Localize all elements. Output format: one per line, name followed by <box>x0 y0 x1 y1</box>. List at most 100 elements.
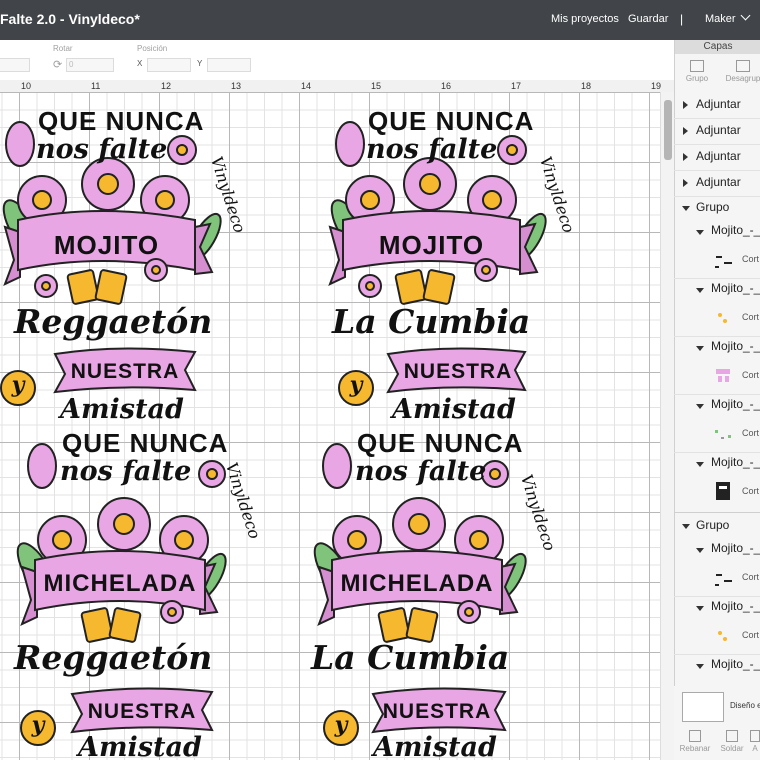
design-mojito-reggaeton[interactable]: QUE NUNCA nos falte Vinyldeco MOJITO Reg… <box>0 102 260 432</box>
weld-button-label: Soldar <box>720 744 744 753</box>
layers-list: Adjuntar Adjuntar Adjuntar Adjuntar Grup… <box>674 92 760 686</box>
layer-label: Mojito_-_ <box>711 339 760 353</box>
design-y: y <box>349 372 363 398</box>
layer-row-attach[interactable]: Adjuntar <box>674 92 760 119</box>
ruler-number: 11 <box>91 81 101 91</box>
layer-label: Grupo <box>696 518 730 532</box>
design-michelada-reggaeton[interactable]: QUE NUNCA nos falte Vinyldeco MICHELADA … <box>0 428 264 760</box>
layer-thumbnail <box>715 430 731 439</box>
header-separator: | <box>680 12 684 26</box>
canvas-color-swatch[interactable] <box>682 692 724 722</box>
layer-row-attach[interactable]: Adjuntar <box>674 170 760 197</box>
ungroup-icon <box>736 60 750 72</box>
design-amistad: Amistad <box>78 732 202 760</box>
collapse-arrow-icon <box>696 606 704 611</box>
collapse-arrow-icon <box>682 524 690 529</box>
cut-label: Cort <box>742 254 760 264</box>
layer-row-mojito[interactable]: Mojito_-_ <box>674 654 760 686</box>
expand-arrow-icon <box>683 153 688 161</box>
weld-icon <box>726 730 738 742</box>
rotate-input[interactable]: 0 <box>66 58 114 72</box>
ruler-number: 10 <box>21 81 32 91</box>
layer-label: Mojito_-_ <box>711 599 760 613</box>
canvas-scrollbar[interactable] <box>660 92 675 760</box>
size-input[interactable] <box>0 58 30 72</box>
collapse-arrow-icon <box>696 462 704 467</box>
layer-label: Adjuntar <box>696 97 741 111</box>
maker-label: Maker <box>705 13 736 25</box>
cut-label: Cort <box>742 572 760 582</box>
cut-label: Cort <box>742 630 760 640</box>
design-nuestra: NUESTRA <box>382 700 492 723</box>
expand-arrow-icon <box>683 179 688 187</box>
layer-label: Adjuntar <box>696 123 741 137</box>
design-line1: QUE NUNCA <box>62 428 229 458</box>
layer-label: Adjuntar <box>696 149 741 163</box>
rotate-label: Rotar <box>53 44 73 53</box>
design-genre: Reggaetón <box>14 638 213 677</box>
cut-label: Cort <box>742 370 760 380</box>
ruler-number: 13 <box>231 81 242 91</box>
design-genre: Reggaetón <box>14 302 213 341</box>
design-amistad: Amistad <box>60 394 184 425</box>
layer-row-group[interactable]: Grupo <box>674 196 760 220</box>
save-link[interactable]: Guardar <box>628 13 668 25</box>
position-y-input[interactable] <box>207 58 251 72</box>
design-banner-text: MICHELADA <box>43 570 197 597</box>
collapse-arrow-icon <box>696 404 704 409</box>
design-line2: nos falte <box>36 134 168 165</box>
layer-label: Mojito_-_ <box>711 397 760 411</box>
layer-label: Mojito_-_ <box>711 281 760 295</box>
layer-label: Mojito_-_ <box>711 455 760 469</box>
my-projects-link[interactable]: Mis proyectos <box>551 13 619 25</box>
expand-arrow-icon <box>683 101 688 109</box>
y-label: Y <box>197 59 203 68</box>
design-nuestra: NUESTRA <box>87 700 197 723</box>
ruler-number: 16 <box>441 81 452 91</box>
maker-dropdown[interactable]: Maker <box>705 10 751 25</box>
project-title: Falte 2.0 - Vinyldeco* <box>0 11 140 27</box>
layer-thumbnail <box>716 482 730 500</box>
layer-label: Mojito_-_ <box>711 657 760 671</box>
layer-row-attach[interactable]: Adjuntar <box>674 144 760 171</box>
layer-row-attach[interactable]: Adjuntar <box>674 118 760 145</box>
attach-button[interactable]: A <box>750 730 760 753</box>
design-line1: QUE NUNCA <box>357 428 524 458</box>
edit-toolbar: Rotar ⟳ 0 Posición X Y <box>0 40 674 81</box>
design-canvas[interactable]: QUE NUNCA nos falte Vinyldeco MOJITO Reg… <box>0 92 660 760</box>
design-line2: nos falte <box>60 456 192 487</box>
design-banner-text: MOJITO <box>378 230 485 260</box>
slice-button[interactable]: Rebanar <box>676 730 714 753</box>
group-button[interactable]: Grupo <box>677 56 717 83</box>
design-genre: La Cumbia <box>311 638 510 677</box>
design-amistad: Amistad <box>392 394 516 425</box>
design-amistad: Amistad <box>373 732 497 760</box>
collapse-arrow-icon <box>682 206 690 211</box>
layer-thumbnail <box>716 369 730 382</box>
ungroup-button[interactable]: Desagrup <box>723 56 760 83</box>
cut-label: Cort <box>742 486 760 496</box>
group-icon <box>690 60 704 72</box>
design-line1: QUE NUNCA <box>38 106 205 136</box>
position-x-input[interactable] <box>147 58 191 72</box>
slice-button-label: Rebanar <box>679 744 711 753</box>
layers-panel-title: Capas <box>675 40 760 54</box>
design-banner-text: MOJITO <box>53 230 160 260</box>
attach-icon <box>750 730 760 742</box>
ruler-number: 15 <box>371 81 382 91</box>
ruler-number: 19 <box>651 81 662 91</box>
layer-row-group[interactable]: Grupo <box>674 514 760 538</box>
design-michelada-cumbia[interactable]: QUE NUNCA nos falte Vinyldeco MICHELADA … <box>305 428 565 760</box>
collapse-arrow-icon <box>696 548 704 553</box>
weld-button[interactable]: Soldar <box>716 730 748 753</box>
title-bar: Falte 2.0 - Vinyldeco* Mis proyectos Gua… <box>0 0 760 40</box>
ruler-number: 17 <box>511 81 522 91</box>
ruler-number: 12 <box>161 81 172 91</box>
slice-icon <box>689 730 701 742</box>
layer-label: Mojito_-_ <box>711 223 760 237</box>
layer-thumbnail <box>715 256 732 268</box>
design-mojito-cumbia[interactable]: QUE NUNCA nos falte Vinyldeco MOJITO La … <box>320 102 580 432</box>
design-genre: La Cumbia <box>332 302 531 341</box>
ungroup-button-label: Desagrup <box>725 74 760 83</box>
scrollbar-thumb[interactable] <box>664 100 672 160</box>
